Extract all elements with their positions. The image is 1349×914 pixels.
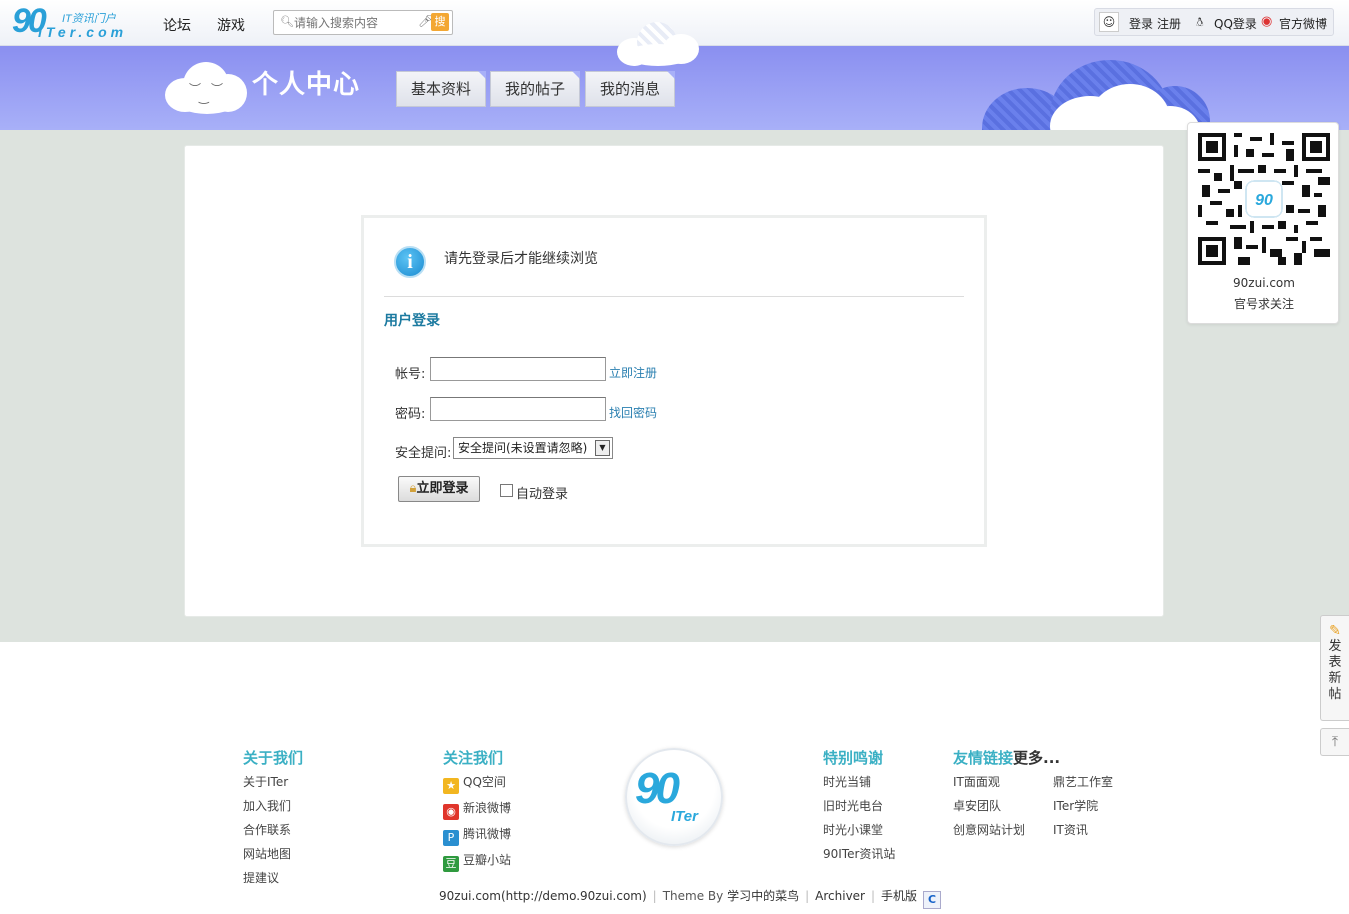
footer-follow-tencent-weibo[interactable]: P 腾讯微博: [443, 825, 511, 846]
footer-about-link[interactable]: 提建议: [243, 869, 279, 886]
forgot-password-link[interactable]: 找回密码: [609, 404, 657, 421]
footer-author-link[interactable]: 学习中的菜鸟: [727, 889, 799, 903]
footer-friend-link[interactable]: 鼎艺工作室: [1053, 773, 1113, 790]
login-title: 用户登录: [384, 313, 440, 329]
site-logo[interactable]: 90 IT资讯门户 ITer.com: [12, 2, 134, 42]
footer-about-link[interactable]: 合作联系: [243, 821, 291, 838]
qr-code-icon: 90: [1198, 133, 1330, 265]
footer-friend-link[interactable]: 卓安团队: [953, 797, 1001, 814]
tab-basic-info[interactable]: 基本资料: [396, 71, 486, 107]
qr-caption: 官号求关注: [1233, 297, 1294, 311]
cnzz-badge-icon[interactable]: C: [923, 891, 942, 909]
qq-login-link[interactable]: QQ登录: [1214, 15, 1257, 32]
chevron-down-icon[interactable]: ▼: [595, 440, 610, 456]
nav-forum[interactable]: 论坛: [163, 15, 191, 35]
footer-follow-qzone[interactable]: ★ QQ空间: [443, 773, 506, 794]
qr-code-panel: 90 90zui.com 官号求关注: [1187, 122, 1339, 324]
register-now-link[interactable]: 立即注册: [609, 364, 657, 381]
footer-thanks-link[interactable]: 旧时光电台: [823, 797, 883, 814]
tencent-weibo-icon: P: [443, 830, 459, 846]
footer-thanks-link[interactable]: 时光当铺: [823, 773, 871, 790]
footer-site-link[interactable]: 90zui.com(http://demo.90zui.com): [439, 889, 647, 903]
footer-theme-by: Theme By: [662, 889, 724, 903]
footer-archiver-link[interactable]: Archiver: [815, 889, 865, 903]
search-input[interactable]: [294, 14, 414, 31]
weibo-icon: ◉: [1261, 14, 1273, 29]
tab-my-posts[interactable]: 我的帖子: [490, 71, 580, 107]
official-weibo-link[interactable]: 官方微博: [1279, 15, 1327, 32]
footer-logo: 90 ITer: [625, 748, 723, 846]
new-post-char: 帖: [1328, 687, 1342, 702]
avatar-icon: ☺: [1099, 12, 1119, 32]
footer-friend-link[interactable]: IT资讯: [1053, 821, 1088, 838]
footer-about-title: 关于我们: [243, 749, 304, 767]
footer-copyright: 90zui.com(http://demo.90zui.com) | Theme B…: [439, 887, 942, 909]
search-icon: 🔍︎: [280, 15, 294, 28]
cloud-mascot-icon: ︶ ︶ ‿: [165, 60, 247, 114]
info-icon: i: [394, 246, 426, 278]
small-cloud-icon: [617, 18, 699, 66]
tab-my-messages[interactable]: 我的消息: [585, 71, 675, 107]
login-submit-button[interactable]: 🔒︎立即登录: [398, 476, 480, 502]
decorative-cloud-icon: [980, 56, 1220, 130]
password-label: 密码:: [395, 407, 426, 422]
account-label: 帐号:: [395, 367, 426, 382]
divider: [384, 296, 964, 297]
qzone-icon: ★: [443, 778, 459, 794]
qr-site-name: 90zui.com: [1233, 276, 1295, 290]
weibo-icon: ◉: [443, 804, 459, 820]
auto-login-checkbox[interactable]: [500, 484, 513, 497]
footer-thanks-link[interactable]: 90ITer资讯站: [823, 845, 895, 862]
footer-thanks-link[interactable]: 时光小课堂: [823, 821, 883, 838]
nav-games[interactable]: 游戏: [217, 15, 245, 35]
new-post-char: 发: [1328, 639, 1342, 654]
auto-login-label: 自动登录: [516, 487, 569, 502]
account-input[interactable]: [430, 357, 606, 381]
login-panel: i 请先登录后才能继续浏览 用户登录 帐号: 立即注册 密码: 找回密码 安全提…: [361, 215, 987, 547]
back-to-top-button[interactable]: ⤒: [1320, 728, 1349, 756]
password-input[interactable]: [430, 397, 606, 421]
footer-thanks-title: 特别鸣谢: [823, 749, 884, 767]
footer-friend-link[interactable]: IT面面观: [953, 773, 1000, 790]
pencil-icon: ✎: [1329, 623, 1341, 639]
footer-follow-douban[interactable]: 豆豆瓣小站: [443, 851, 511, 872]
footer-logo-sub: ITer: [671, 808, 698, 825]
footer-follow-title: 关注我们: [443, 749, 504, 767]
login-required-message: 请先登录后才能继续浏览: [444, 251, 598, 267]
arrow-up-icon: ⤒: [1331, 734, 1339, 750]
footer-friend-link[interactable]: 创意网站计划: [953, 821, 1025, 838]
security-question-label: 安全提问:: [395, 446, 452, 461]
footer-mobile-link[interactable]: 手机版: [881, 889, 917, 903]
footer-about-link[interactable]: 网站地图: [243, 845, 291, 862]
security-question-value: 安全提问(未设置请忽略): [458, 441, 588, 455]
login-link[interactable]: 登录: [1129, 15, 1153, 32]
svg-text:90: 90: [1255, 192, 1273, 209]
footer-friends-title: 友情链接更多...: [953, 749, 1061, 767]
new-post-char: 新: [1328, 671, 1342, 686]
footer-about-link[interactable]: 关于ITer: [243, 773, 288, 790]
user-login-bar: ☺ 登录 注册 🐧︎ QQ登录 ◉ 官方微博: [1094, 8, 1334, 36]
new-post-char: 表: [1328, 655, 1342, 670]
footer-about-link[interactable]: 加入我们: [243, 797, 291, 814]
security-question-select[interactable]: 安全提问(未设置请忽略) ▼: [453, 437, 613, 459]
footer-logo-mark: 90: [635, 764, 680, 813]
footer-follow-weibo[interactable]: ◉ 新浪微博: [443, 799, 511, 820]
page-title: 个人中心: [252, 70, 361, 100]
logo-domain: ITer.com: [38, 24, 128, 40]
search-box: 🔍︎ 🎤︎ 搜: [273, 10, 453, 35]
new-post-button[interactable]: ✎ 发 表 新 帖: [1320, 615, 1349, 721]
register-link[interactable]: 注册: [1157, 15, 1181, 32]
footer-friend-link[interactable]: ITer学院: [1053, 797, 1098, 814]
search-button[interactable]: 搜: [431, 13, 449, 31]
douban-icon: 豆: [443, 856, 459, 872]
footer-friends-more-link[interactable]: 更多...: [1013, 749, 1060, 767]
qq-icon: 🐧︎: [1196, 15, 1204, 29]
